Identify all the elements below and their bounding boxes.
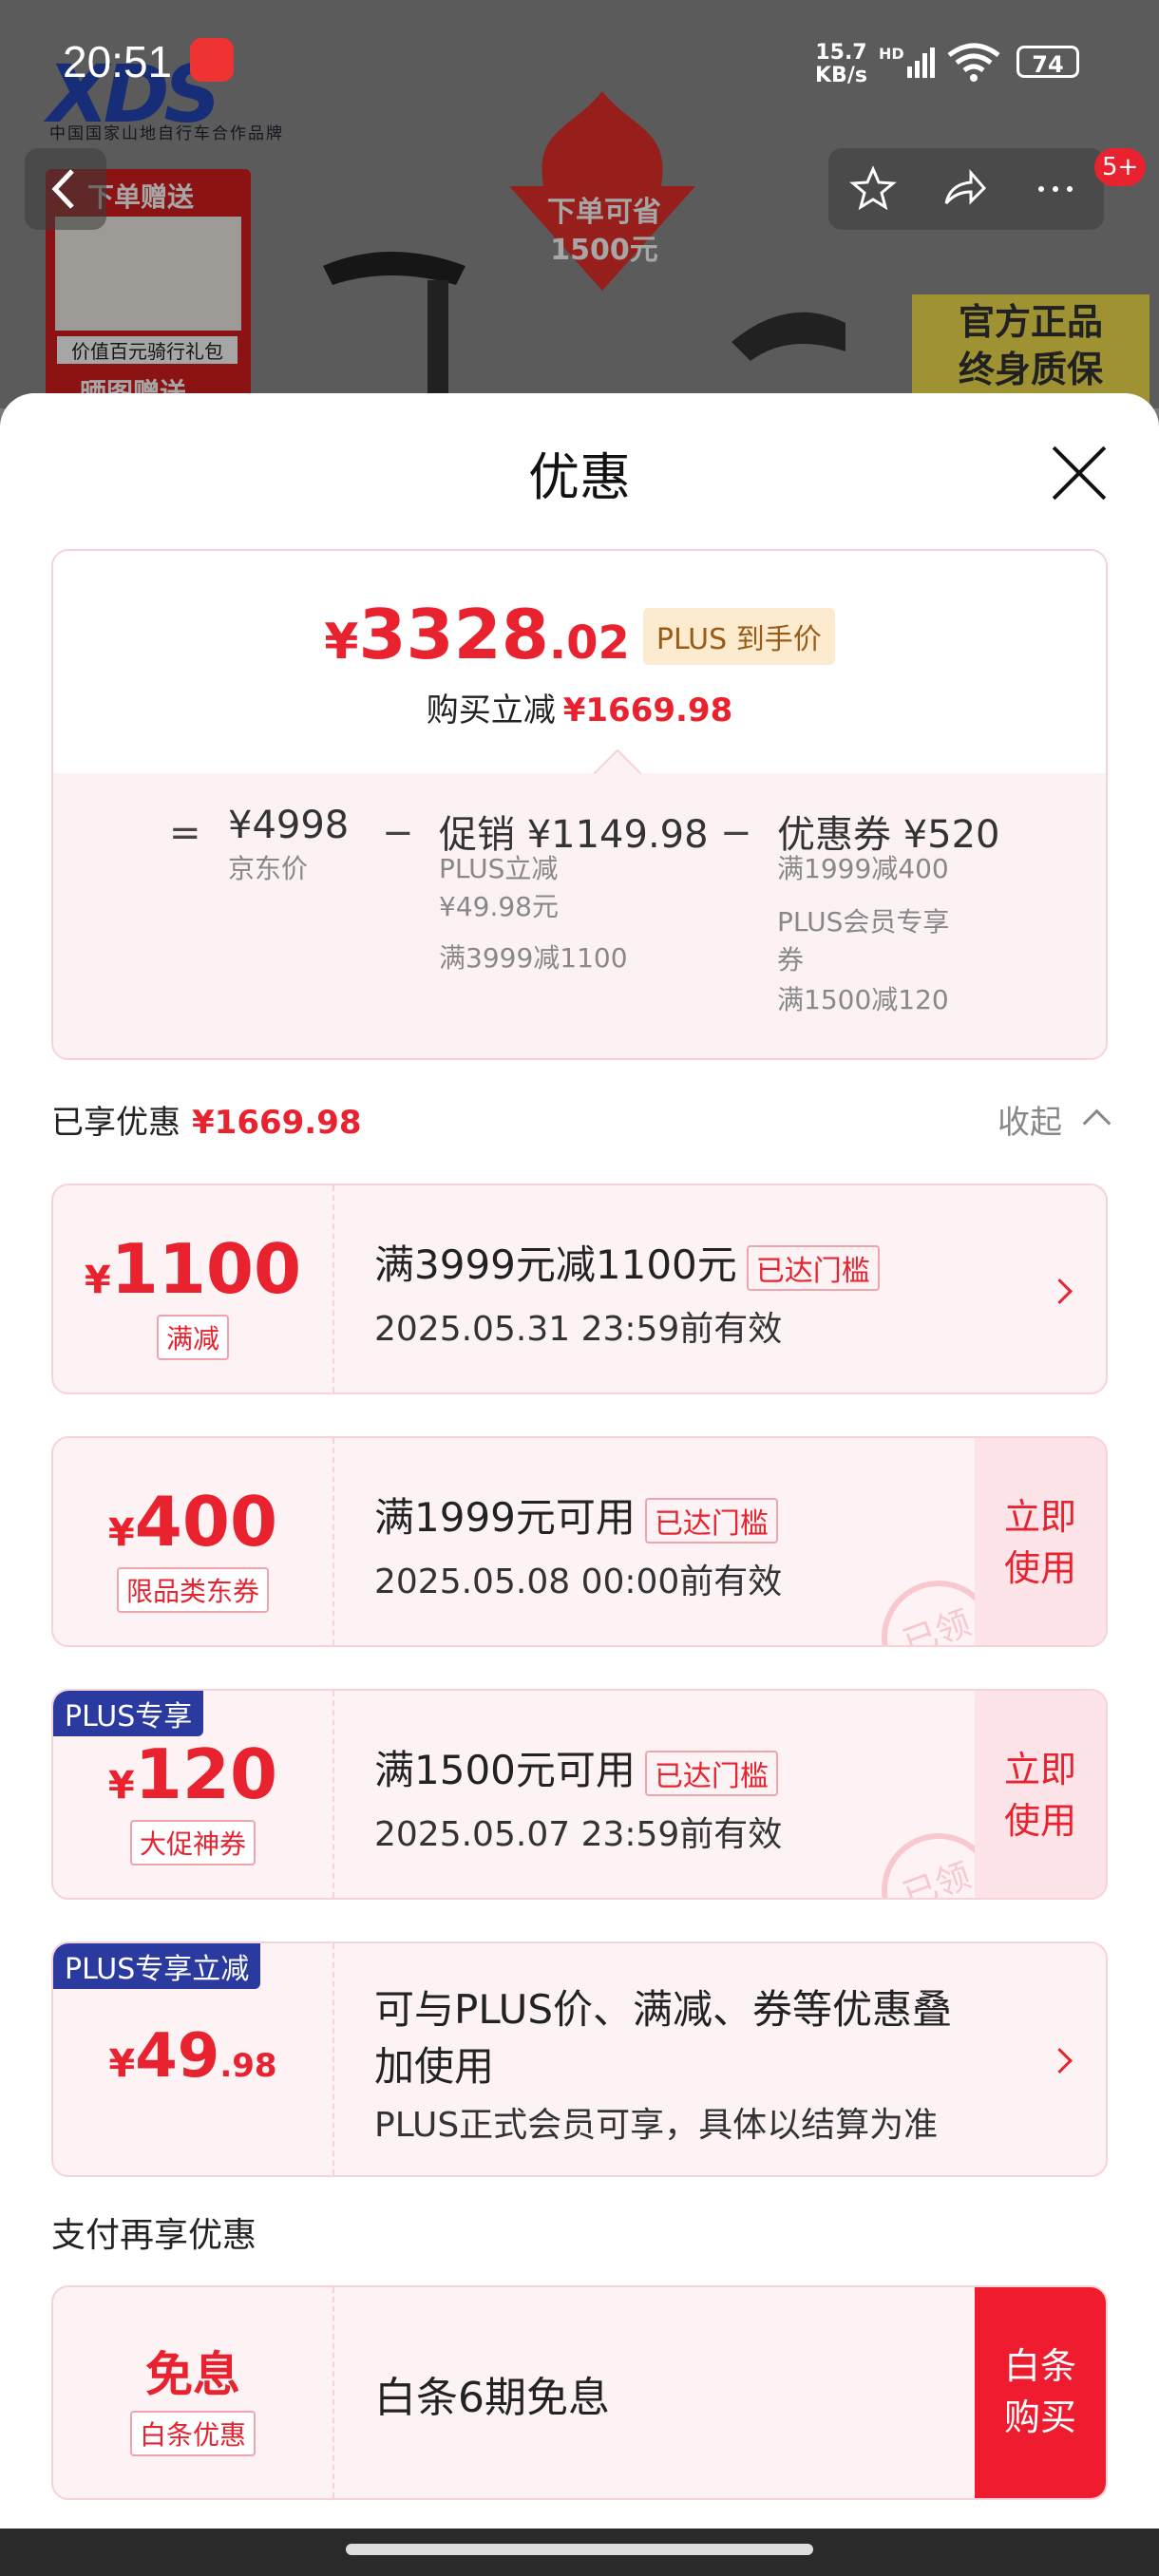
coupon-detail-1: 满1999减400	[777, 853, 949, 884]
coupon-amount: ¥1100	[84, 1229, 302, 1309]
share-icon[interactable]	[940, 165, 988, 213]
jd-price: ¥4998	[228, 804, 350, 847]
close-icon[interactable]	[1049, 443, 1110, 503]
threshold-badge: 已达门槛	[644, 1750, 778, 1796]
coupon-expiry: 2025.05.31 23:59前有效	[374, 1310, 783, 1349]
wifi-icon	[947, 43, 1000, 82]
plus-exclusive-flag: PLUS专享立减	[53, 1943, 261, 1989]
promo-detail-1: PLUS立减	[439, 853, 559, 884]
network-speed: 15.7 KB/s	[815, 41, 867, 87]
coupon-card: ¥120 大促神券 PLUS专享 满1500元可用 已达门槛 2025.05.07…	[51, 1689, 1108, 1900]
coupon-detail-3: 券	[777, 944, 805, 975]
signal-icon: HD	[879, 46, 935, 78]
svg-text:HD: HD	[879, 46, 904, 63]
system-nav-bar	[0, 2529, 1159, 2576]
chevron-left-icon	[51, 169, 74, 209]
threshold-badge: 已达门槛	[746, 1244, 880, 1291]
coupon-amount: ¥400	[107, 1482, 278, 1562]
minus-sign: −	[720, 811, 752, 855]
coupon-rule: 满1500元可用 已达门槛	[374, 1738, 778, 1796]
chevron-right-icon[interactable]	[1047, 2048, 1073, 2074]
status-bar: 20:51 15.7 KB/s HD 74	[0, 0, 1159, 123]
plus-price-tag: PLUS 到手价	[642, 608, 835, 665]
coupon-type-tag: 满减	[156, 1315, 229, 1360]
coupon-expiry: 2025.05.07 23:59前有效	[374, 1815, 783, 1854]
more-icon[interactable]	[1032, 165, 1079, 213]
coupon-type-tag: 大促神券	[129, 1820, 256, 1866]
use-now-button[interactable]: 立即 使用	[975, 1438, 1106, 1645]
equals-sign: =	[169, 811, 201, 855]
status-time: 20:51	[63, 37, 173, 86]
coupon-detail-4: 满1500减120	[777, 984, 949, 1015]
final-price: ¥3328.02	[324, 595, 630, 674]
enjoyed-discount: 已享优惠 ¥1669.98	[51, 1104, 362, 1142]
collapse-button[interactable]: 收起	[998, 1096, 1062, 1143]
back-button[interactable]	[25, 148, 106, 230]
app-notification-icon	[190, 38, 234, 82]
coupon-card[interactable]: ¥49.98 PLUS专享立减 可与PLUS价、满减、券等优惠叠 加使用 PLU…	[51, 1941, 1108, 2177]
coupon-rule-cont: 加使用	[374, 2043, 495, 2090]
baitiao-tag: 白条优惠	[129, 2411, 256, 2456]
plus-exclusive-flag: PLUS专享	[53, 1691, 204, 1736]
threshold-badge: 已达门槛	[644, 1497, 778, 1544]
coupon-rule: 满1999元可用 已达门槛	[374, 1486, 778, 1544]
use-now-button[interactable]: 立即 使用	[975, 1691, 1106, 1898]
interest-free-label: 免息	[145, 2347, 240, 2402]
coupon-amount: ¥120	[107, 1734, 278, 1814]
coupon-note: PLUS正式会员可享，具体以结算为准	[374, 2106, 939, 2145]
star-icon[interactable]	[849, 165, 897, 213]
baitiao-offer: 白条6期免息	[374, 2374, 610, 2422]
coupon-card[interactable]: ¥1100 满减 满3999元减1100元 已达门槛 2025.05.31 23:…	[51, 1184, 1108, 1394]
notification-badge: 5+	[1094, 148, 1147, 186]
chevron-right-icon[interactable]	[1047, 1279, 1073, 1304]
price-summary-card: ¥3328.02 PLUS 到手价 购买立减 ¥1669.98 = ¥4998 京东…	[51, 549, 1108, 1060]
coupon-rule: 可与PLUS价、满减、券等优惠叠	[374, 1986, 953, 2033]
baitiao-buy-button[interactable]: 白条 购买	[975, 2287, 1106, 2498]
coupon-rule: 满3999元减1100元 已达门槛	[374, 1233, 880, 1291]
sheet-title: 优惠	[528, 447, 631, 507]
discount-sheet: 优惠 ¥3328.02 PLUS 到手价 购买立减 ¥1669.98 = ¥4998…	[0, 393, 1159, 2529]
battery-indicator: 74	[1016, 46, 1079, 78]
reduce-line: 购买立减 ¥1669.98	[426, 691, 733, 729]
action-pill	[828, 148, 1104, 230]
coupon-card: ¥400 限品类东券 满1999元可用 已达门槛 2025.05.08 00:00…	[51, 1436, 1108, 1647]
home-indicator[interactable]	[346, 2544, 813, 2555]
promo-detail-3: 满3999减1100	[439, 942, 628, 974]
chevron-up-icon[interactable]	[1082, 1108, 1112, 1138]
promo-detail-2: ¥49.98元	[439, 891, 559, 922]
minus-sign: −	[382, 811, 414, 855]
baitiao-card: 免息 白条优惠 白条6期免息 白条 购买	[51, 2285, 1108, 2500]
coupon-detail-2: PLUS会员专享	[777, 906, 950, 938]
jd-price-label: 京东价	[228, 853, 309, 884]
coupon-type-tag: 限品类东券	[116, 1567, 269, 1613]
coupon-amount: ¥49.98	[108, 2021, 277, 2092]
payment-section-title: 支付再享优惠	[51, 2216, 257, 2255]
coupon-expiry: 2025.05.08 00:00前有效	[374, 1563, 783, 1601]
